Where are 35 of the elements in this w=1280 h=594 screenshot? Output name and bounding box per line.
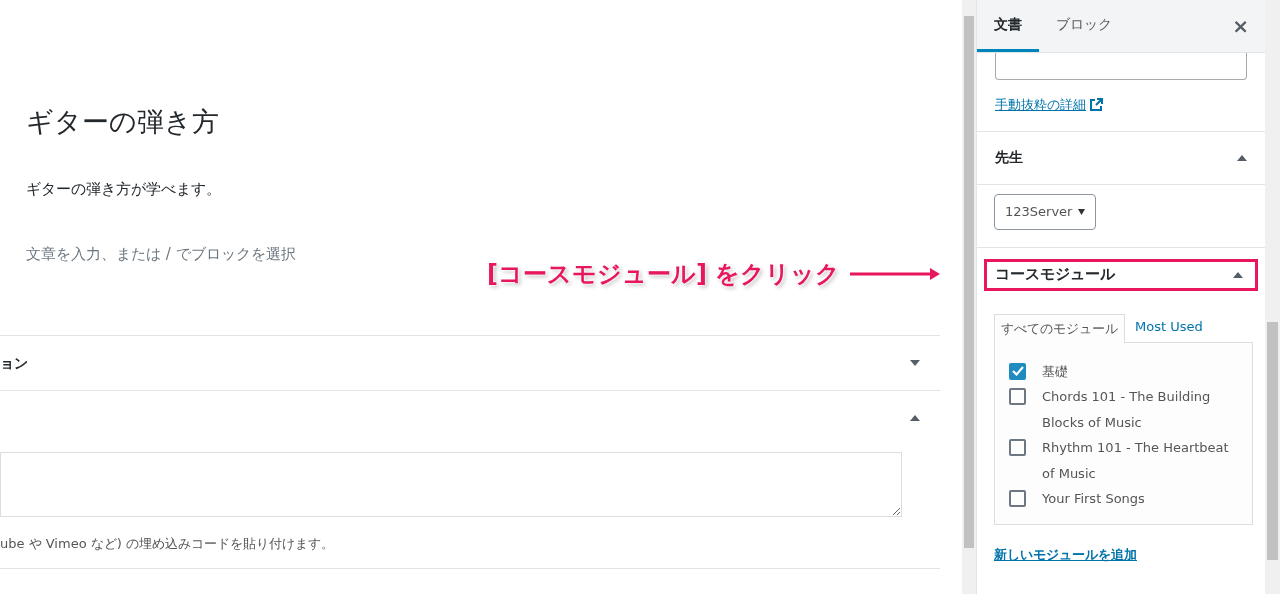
module-tab[interactable]: すべてのモジュール	[994, 313, 1125, 343]
scrollbar[interactable]	[962, 0, 976, 594]
collapse-caret-icon[interactable]	[1233, 271, 1243, 278]
sidebar-tab[interactable]: ブロック	[1039, 0, 1129, 52]
panel-title: 先生	[995, 148, 1023, 167]
external-link-icon	[1090, 98, 1103, 112]
embed-code-field[interactable]	[0, 452, 902, 517]
collapse-caret-icon[interactable]	[910, 415, 920, 421]
dropdown-caret-icon	[1078, 208, 1085, 215]
module-tab[interactable]: Most Used	[1125, 312, 1213, 341]
panel-title: コースモジュール	[995, 264, 1115, 286]
module-checkbox[interactable]	[1009, 388, 1026, 405]
post-title[interactable]: ギターの弾き方	[26, 104, 962, 140]
expand-caret-icon[interactable]	[910, 360, 920, 366]
module-checkbox[interactable]	[1009, 439, 1026, 456]
panel-title: ョン	[0, 353, 28, 373]
panel-header[interactable]: ョン	[0, 336, 940, 390]
teacher-select[interactable]: 123Server	[994, 193, 1096, 230]
module-checkbox[interactable]	[1009, 490, 1026, 507]
module-checkbox[interactable]	[1009, 362, 1026, 380]
module-label[interactable]: Chords 101 - The Building Blocks of Music	[1042, 384, 1238, 435]
excerpt-field[interactable]	[995, 53, 1247, 80]
module-label[interactable]: 基礎	[1042, 358, 1238, 384]
callout-text: [コースモジュール] をクリック	[487, 259, 841, 290]
paragraph-block[interactable]: ギターの弾き方が学べます。	[26, 178, 962, 201]
panel-header[interactable]: コースモジュール	[984, 258, 1258, 291]
collapse-caret-icon[interactable]	[1237, 154, 1247, 161]
help-text: ube や Vimeo など) の埋め込みコードを貼り付けます。	[0, 535, 335, 553]
add-module-link[interactable]: 新しいモジュールを追加	[994, 544, 1137, 564]
sidebar-tab[interactable]: 文書	[977, 0, 1039, 52]
module-label[interactable]: Rhythm 101 - The Heartbeat of Music	[1042, 435, 1238, 486]
close-button[interactable]: ×	[1216, 0, 1265, 52]
module-label[interactable]: Your First Songs	[1042, 486, 1238, 512]
excerpt-help-link[interactable]: 手動抜粋の詳細	[995, 95, 1086, 115]
scrollbar[interactable]	[1265, 0, 1280, 594]
